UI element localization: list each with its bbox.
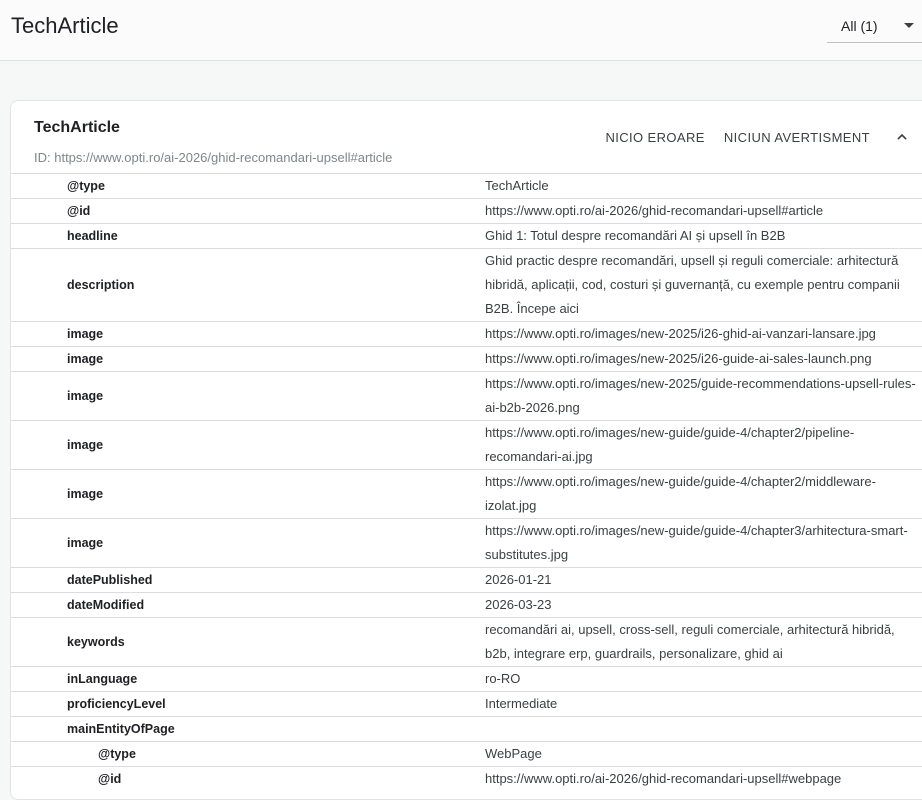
property-value: recomandări ai, upsell, cross-sell, regu… — [485, 618, 919, 666]
no-warnings-badge[interactable]: NICIUN AVERTISMENT — [724, 130, 870, 145]
collapse-card-button[interactable] — [893, 128, 911, 146]
table-row[interactable]: datePublished2026-01-21 — [11, 567, 922, 592]
property-key: headline — [11, 224, 485, 248]
property-key: inLanguage — [11, 667, 485, 691]
table-row[interactable]: proficiencyLevelIntermediate — [11, 691, 922, 716]
property-key: keywords — [11, 630, 485, 654]
chevron-up-icon — [894, 129, 910, 145]
property-value: https://www.opti.ro/ai-2026/ghid-recoman… — [485, 199, 919, 223]
table-row[interactable]: imagehttps://www.opti.ro/images/new-2025… — [11, 371, 922, 420]
entity-result-card: TechArticle NICIO EROARE NICIUN AVERTISM… — [10, 100, 922, 800]
caret-down-icon — [904, 23, 914, 28]
property-value: https://www.opti.ro/images/new-guide/gui… — [485, 519, 919, 567]
property-value: WebPage — [485, 742, 919, 766]
entity-type-title: TechArticle — [34, 119, 120, 137]
property-key: @type — [11, 742, 485, 766]
table-row[interactable]: @idhttps://www.opti.ro/ai-2026/ghid-reco… — [11, 198, 922, 223]
property-value: https://www.opti.ro/images/new-guide/gui… — [485, 470, 919, 518]
top-bar: TechArticle All (1) — [0, 0, 922, 61]
table-row[interactable]: @idhttps://www.opti.ro/ai-2026/ghid-reco… — [11, 766, 922, 791]
table-row[interactable]: imagehttps://www.opti.ro/images/new-guid… — [11, 469, 922, 518]
property-key: image — [11, 322, 485, 346]
property-key: @id — [11, 767, 485, 791]
property-value: https://www.opti.ro/images/new-2025/i26-… — [485, 347, 919, 371]
table-row[interactable]: imagehttps://www.opti.ro/images/new-2025… — [11, 346, 922, 371]
property-value: https://www.opti.ro/ai-2026/ghid-recoman… — [485, 767, 919, 791]
table-row[interactable]: imagehttps://www.opti.ro/images/new-guid… — [11, 518, 922, 567]
property-value: https://www.opti.ro/images/new-guide/gui… — [485, 421, 919, 469]
property-value: 2026-03-23 — [485, 593, 919, 617]
table-row[interactable]: inLanguagero-RO — [11, 666, 922, 691]
table-row[interactable]: @typeWebPage — [11, 741, 922, 766]
property-key: @type — [11, 174, 485, 198]
table-row[interactable]: descriptionGhid practic despre recomandă… — [11, 248, 922, 321]
page-title: TechArticle — [11, 13, 119, 39]
property-key: image — [11, 347, 485, 371]
property-key: image — [11, 433, 485, 457]
property-key: image — [11, 482, 485, 506]
property-value: https://www.opti.ro/images/new-2025/guid… — [485, 372, 919, 420]
property-value: ro-RO — [485, 667, 919, 691]
table-row[interactable]: dateModified2026-03-23 — [11, 592, 922, 617]
property-key: image — [11, 384, 485, 408]
validation-badges: NICIO EROARE NICIUN AVERTISMENT — [605, 128, 911, 146]
property-key: @id — [11, 199, 485, 223]
property-value: Intermediate — [485, 692, 919, 716]
no-errors-badge[interactable]: NICIO EROARE — [605, 130, 704, 145]
property-value: Ghid practic despre recomandări, upsell … — [485, 249, 919, 321]
table-row[interactable]: imagehttps://www.opti.ro/images/new-guid… — [11, 420, 922, 469]
property-key: mainEntityOfPage — [11, 717, 485, 741]
entity-card-header: TechArticle NICIO EROARE NICIUN AVERTISM… — [11, 101, 922, 173]
property-key: description — [11, 273, 485, 297]
result-filter-dropdown[interactable]: All (1) — [827, 9, 922, 43]
property-value: Ghid 1: Totul despre recomandări AI și u… — [485, 224, 919, 248]
property-key: proficiencyLevel — [11, 692, 485, 716]
table-row[interactable]: imagehttps://www.opti.ro/images/new-2025… — [11, 321, 922, 346]
property-value: 2026-01-21 — [485, 568, 919, 592]
property-key: datePublished — [11, 568, 485, 592]
table-row[interactable]: keywordsrecomandări ai, upsell, cross-se… — [11, 617, 922, 666]
table-row[interactable]: mainEntityOfPage — [11, 716, 922, 741]
property-key: image — [11, 531, 485, 555]
entity-id-line: ID: https://www.opti.ro/ai-2026/ghid-rec… — [34, 150, 392, 165]
property-key: dateModified — [11, 593, 485, 617]
property-value: TechArticle — [485, 174, 919, 198]
properties-table: @typeTechArticle@idhttps://www.opti.ro/a… — [11, 173, 922, 791]
table-row[interactable]: headlineGhid 1: Totul despre recomandări… — [11, 223, 922, 248]
table-row[interactable]: @typeTechArticle — [11, 173, 922, 198]
filter-selected-value: All (1) — [827, 18, 878, 34]
property-value: https://www.opti.ro/images/new-2025/i26-… — [485, 322, 919, 346]
